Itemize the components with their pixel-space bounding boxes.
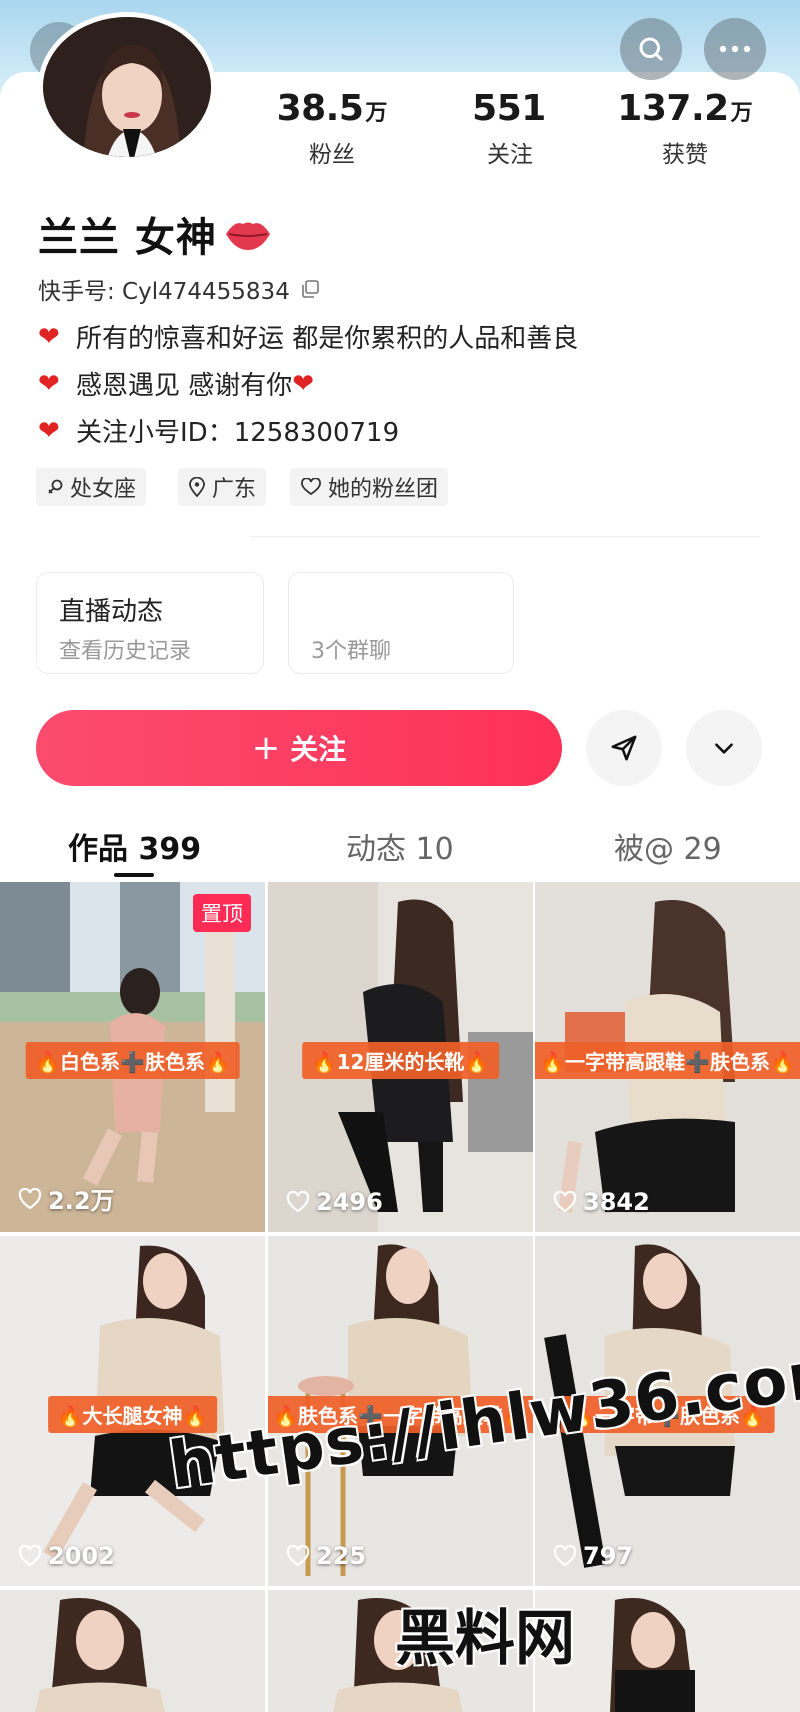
heart-outline-icon	[18, 1545, 42, 1567]
like-count: 2002	[18, 1542, 115, 1570]
heart-outline-icon	[286, 1191, 310, 1213]
box-title: 直播动态	[59, 597, 164, 627]
box-subtitle: 查看历史记录	[59, 639, 192, 664]
stat-label: 粉丝	[309, 142, 355, 168]
like-value: 225	[316, 1542, 367, 1570]
expand-button[interactable]	[686, 710, 762, 786]
location-pin-icon	[189, 477, 205, 497]
like-count: 797	[553, 1542, 633, 1570]
bio-line: ❤ 关注小号ID：1258300719	[38, 412, 399, 449]
stat-label: 获赞	[662, 142, 708, 168]
video-tile[interactable]: 🔥12厘米的长靴🔥 2496	[268, 882, 533, 1232]
message-button[interactable]	[586, 710, 662, 786]
stat-following[interactable]: 551 关注	[450, 88, 570, 169]
lips-icon	[225, 222, 270, 250]
plus-icon: +	[251, 728, 281, 768]
tab-indicator	[114, 873, 154, 877]
name-row: 兰兰 女神	[38, 205, 273, 263]
follow-button[interactable]: + 关注	[36, 710, 562, 786]
video-tile[interactable]	[0, 1590, 265, 1712]
send-icon	[611, 735, 637, 761]
tag-location: 广东	[178, 468, 267, 506]
bio-text: 所有的惊喜和好运 都是你累积的人品和善良	[76, 324, 579, 354]
account-id-row[interactable]: 快手号: Cyl474455834	[38, 272, 320, 306]
heart-outline-icon	[286, 1545, 310, 1567]
stat-value: 551	[472, 88, 546, 129]
heart-icon: ❤	[38, 368, 60, 399]
heart-icon: ❤	[292, 368, 315, 399]
bio-line: ❤ 所有的惊喜和好运 都是你累积的人品和善良	[38, 318, 578, 355]
tag-fan-club[interactable]: 她的粉丝团	[290, 468, 449, 506]
like-count: 2496	[286, 1188, 383, 1216]
stat-label: 关注	[487, 142, 533, 168]
stat-likes[interactable]: 137.2 万 获赞	[615, 88, 755, 169]
like-value: 2496	[316, 1188, 383, 1216]
heart-icon: ❤	[38, 415, 60, 446]
search-button[interactable]	[620, 18, 682, 80]
video-caption: 🔥12厘米的长靴🔥	[301, 1042, 500, 1079]
follow-label: 关注	[290, 733, 347, 766]
like-value: 2002	[48, 1542, 115, 1570]
heart-outline-icon	[553, 1545, 577, 1567]
bio-text: 感恩遇见 感谢有你	[76, 371, 293, 401]
stat-value: 38.5	[276, 88, 364, 129]
stat-unit: 万	[730, 101, 753, 126]
tab-moments[interactable]: 动态 10	[346, 824, 454, 868]
avatar[interactable]	[38, 12, 216, 162]
tag-label: 广东	[212, 477, 257, 502]
female-symbol-icon	[48, 479, 63, 494]
like-value: 3842	[583, 1188, 650, 1216]
divider	[250, 536, 760, 537]
video-thumbnail	[0, 1590, 265, 1712]
chevron-down-icon	[715, 743, 733, 754]
like-value: 2.2万	[48, 1187, 115, 1215]
live-history-box[interactable]: 直播动态 查看历史记录	[36, 572, 264, 674]
tag-label: 她的粉丝团	[328, 477, 439, 502]
group-chat-box[interactable]: 3个群聊	[288, 572, 514, 674]
bio-line: ❤ 感恩遇见 感谢有你 ❤	[38, 365, 314, 402]
tab-mentions[interactable]: 被@ 29	[614, 824, 722, 868]
profile-name: 兰兰 女神	[38, 215, 217, 261]
video-caption: 🔥白色系➕肤色系🔥	[25, 1042, 240, 1079]
watermark-name: 黑料网	[395, 1604, 575, 1674]
like-value: 797	[583, 1542, 634, 1570]
box-subtitle: 3个群聊	[311, 639, 391, 664]
heart-outline-icon	[18, 1187, 42, 1209]
copy-icon[interactable]	[300, 279, 320, 299]
tab-works[interactable]: 作品 399	[68, 824, 201, 868]
tag-label: 处女座	[70, 477, 137, 502]
stat-followers[interactable]: 38.5 万 粉丝	[272, 88, 392, 169]
like-count: 2.2万	[18, 1181, 115, 1216]
pinned-badge: 置顶	[193, 894, 251, 932]
like-count: 3842	[553, 1188, 650, 1216]
stat-unit: 万	[365, 101, 388, 126]
heart-outline-icon	[553, 1191, 577, 1213]
like-count: 225	[286, 1542, 366, 1570]
more-horizontal-icon	[719, 45, 751, 53]
video-tile[interactable]: 置顶 🔥白色系➕肤色系🔥 2.2万	[0, 882, 265, 1232]
video-caption: 🔥一字带高跟鞋➕肤色系🔥	[535, 1042, 800, 1079]
heart-icon: ❤	[38, 321, 60, 352]
bio-text: 关注小号ID：1258300719	[76, 418, 400, 448]
more-button[interactable]	[704, 18, 766, 80]
stat-value: 137.2	[617, 88, 729, 129]
fan-club-heart-icon	[301, 478, 321, 496]
account-id: 快手号: Cyl474455834	[38, 279, 290, 305]
video-tile[interactable]: 🔥一字带高跟鞋➕肤色系🔥 3842	[535, 882, 800, 1232]
tag-zodiac: 处女座	[36, 468, 147, 506]
search-icon	[639, 37, 663, 61]
video-tile[interactable]: 🔥大长腿女神🔥 2002	[0, 1236, 265, 1586]
